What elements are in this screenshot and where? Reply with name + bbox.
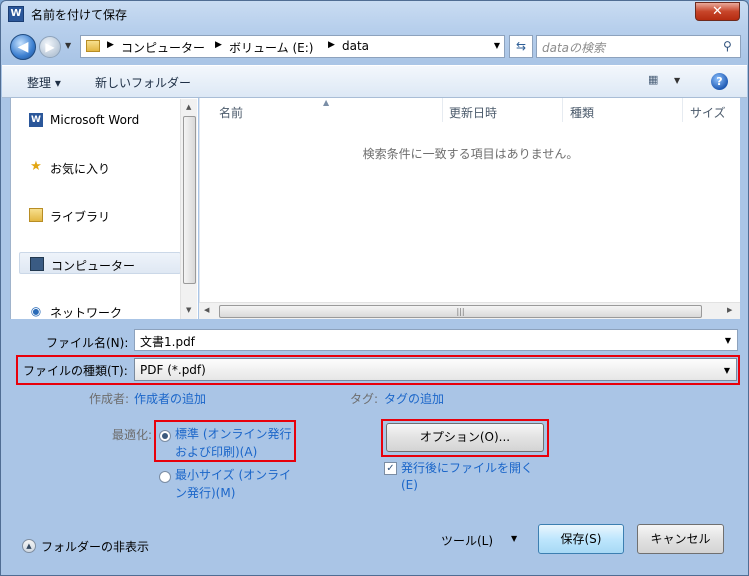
breadcrumb-arrow-icon[interactable]: ▶ xyxy=(328,40,335,50)
chevron-up-icon[interactable]: ▲ xyxy=(22,539,36,553)
search-box[interactable]: dataの検索 ⚲ xyxy=(536,35,741,58)
optimize-standard-radio[interactable] xyxy=(159,430,171,442)
author-label: 作成者: xyxy=(89,392,130,406)
star-icon: ★ xyxy=(30,159,42,174)
word-app-icon: W xyxy=(8,6,24,22)
nav-item-libraries[interactable]: ライブラリ xyxy=(19,204,181,226)
scroll-up-icon[interactable]: ▲ xyxy=(186,103,191,111)
filename-label: ファイル名(N): xyxy=(46,336,129,350)
filename-dropdown-icon[interactable]: ▼ xyxy=(725,336,731,345)
address-dropdown-icon[interactable]: ▼ xyxy=(494,41,500,50)
navigation-scrollbar[interactable]: ▲ ▼ xyxy=(180,99,197,319)
optimize-minimum-label-line1[interactable]: 最小サイズ (オンライ xyxy=(175,466,291,483)
help-icon[interactable]: ? xyxy=(711,73,728,90)
breadcrumb-arrow-icon[interactable]: ▶ xyxy=(107,40,114,50)
library-icon xyxy=(29,208,43,222)
column-divider[interactable] xyxy=(562,98,563,122)
file-list: ▲ 名前 更新日時 種類 サイズ 検索条件に一致する項目はありません。 xyxy=(199,98,740,319)
back-button[interactable]: ◀ xyxy=(10,34,36,60)
nav-item-label: ライブラリ xyxy=(50,210,111,224)
options-button[interactable]: オプション(O)... xyxy=(386,423,544,452)
computer-icon xyxy=(30,257,44,271)
window-title: 名前を付けて保存 xyxy=(31,8,128,22)
scroll-left-icon[interactable]: ◀ xyxy=(204,306,209,314)
filetype-value: PDF (*.pdf) xyxy=(140,363,206,377)
folder-icon xyxy=(86,40,100,52)
column-divider[interactable] xyxy=(682,98,683,122)
search-input[interactable]: dataの検索 xyxy=(542,39,605,56)
scroll-right-icon[interactable]: ▶ xyxy=(727,306,732,314)
optimize-minimum-label-line2[interactable]: ン発行)(M) xyxy=(175,484,235,501)
column-divider[interactable] xyxy=(442,98,443,122)
close-button[interactable]: ✕ xyxy=(695,2,740,21)
optimize-standard-label-line1[interactable]: 標準 (オンライン発行 xyxy=(175,425,292,442)
scroll-thumb[interactable]: ||| xyxy=(219,305,702,318)
sort-ascending-icon: ▲ xyxy=(323,98,330,107)
save-button[interactable]: 保存(S) xyxy=(538,524,624,554)
breadcrumb-volume[interactable]: ボリューム (E:) xyxy=(229,39,313,56)
tags-link[interactable]: タグの追加 xyxy=(384,390,444,407)
radio-selected-dot xyxy=(162,433,168,439)
nav-item-favorites[interactable]: ★ お気に入り xyxy=(19,156,181,178)
filename-input[interactable]: 文書1.pdf xyxy=(140,333,195,350)
nav-item-label: お気に入り xyxy=(50,162,111,176)
search-icon: ⚲ xyxy=(723,39,732,53)
nav-item-microsoft-word[interactable]: W Microsoft Word xyxy=(19,109,181,131)
open-after-label-line2[interactable]: (E) xyxy=(401,478,418,492)
view-dropdown-icon[interactable]: ▼ xyxy=(674,76,680,85)
nav-item-label: Microsoft Word xyxy=(50,113,140,127)
forward-button[interactable]: ▶ xyxy=(39,36,61,58)
nav-item-network[interactable]: ◉ ネットワーク xyxy=(19,300,181,322)
optimize-minimum-radio[interactable] xyxy=(159,471,171,483)
network-icon: ◉ xyxy=(30,304,42,318)
file-list-scrollbar[interactable]: ◀ ||| ▶ xyxy=(199,302,740,319)
filename-field[interactable]: 文書1.pdf ▼ xyxy=(134,329,738,351)
optimize-label: 最適化: xyxy=(112,428,153,442)
column-header-modified[interactable]: 更新日時 xyxy=(449,104,497,121)
filetype-dropdown-icon: ▼ xyxy=(723,366,730,375)
optimize-standard-label-line2[interactable]: および印刷)(A) xyxy=(175,443,257,460)
nav-item-label: ネットワーク xyxy=(50,306,123,320)
breadcrumb-data[interactable]: data xyxy=(342,39,369,53)
tools-menu[interactable]: ツール(L) xyxy=(441,532,493,549)
cancel-button[interactable]: キャンセル xyxy=(637,524,724,554)
save-as-dialog: W 名前を付けて保存 ✕ ◀ ▶ ▼ ▶ コンピューター ▶ ボリューム (E:… xyxy=(0,0,749,576)
navigation-pane: W Microsoft Word ★ お気に入り ライブラリ コンピューター ◉… xyxy=(10,98,198,322)
tags-label: タグ: xyxy=(350,392,379,406)
word-icon: W xyxy=(29,113,43,127)
nav-item-label: コンピューター xyxy=(51,259,136,273)
filetype-label: ファイルの種類(T): xyxy=(23,364,128,378)
breadcrumb-arrow-icon[interactable]: ▶ xyxy=(215,40,222,50)
new-folder-button[interactable]: 新しいフォルダー xyxy=(95,74,191,91)
title-bar: W 名前を付けて保存 ✕ xyxy=(1,1,748,27)
open-after-checkbox[interactable]: ✓ xyxy=(384,462,397,475)
breadcrumb-computer[interactable]: コンピューター xyxy=(121,39,205,56)
view-options-icon[interactable]: ▦ xyxy=(648,73,662,87)
column-header-type[interactable]: 種類 xyxy=(570,104,594,121)
command-bar: 整理 ▾ 新しいフォルダー ▦ ▼ ? xyxy=(2,65,747,98)
refresh-button[interactable]: ⇆ xyxy=(509,35,533,58)
tools-dropdown-icon[interactable]: ▼ xyxy=(511,534,517,543)
column-header-size[interactable]: サイズ xyxy=(690,104,726,121)
empty-message: 検索条件に一致する項目はありません。 xyxy=(362,147,579,161)
recent-pages-dropdown-icon[interactable]: ▼ xyxy=(65,41,71,50)
open-after-label-line1[interactable]: 発行後にファイルを開く xyxy=(401,459,533,476)
hide-folders-link[interactable]: フォルダーの非表示 xyxy=(41,538,149,555)
author-link[interactable]: 作成者の追加 xyxy=(134,390,206,407)
filetype-select[interactable]: PDF (*.pdf) ▼ xyxy=(134,358,737,381)
address-bar[interactable]: ▶ コンピューター ▶ ボリューム (E:) ▶ data ▼ xyxy=(80,35,505,58)
organize-button[interactable]: 整理 ▾ xyxy=(27,74,61,91)
column-header-name[interactable]: 名前 xyxy=(219,104,243,121)
scroll-down-icon[interactable]: ▼ xyxy=(186,306,191,314)
nav-item-computer[interactable]: コンピューター xyxy=(19,252,181,274)
scroll-thumb[interactable] xyxy=(183,116,196,284)
